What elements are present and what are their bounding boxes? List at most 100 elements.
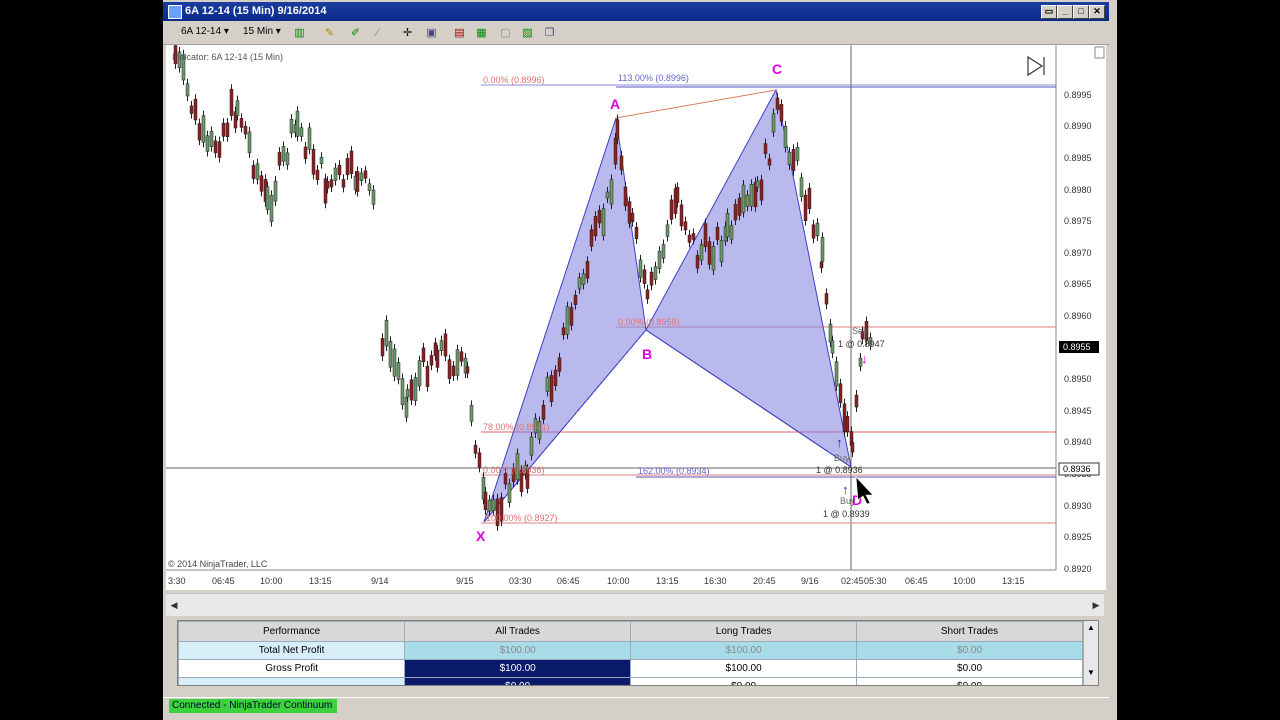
price-tick-label: 0.8980 — [1064, 185, 1092, 195]
price-tick-label: 0.8940 — [1064, 437, 1092, 447]
buy-label: Buy — [840, 496, 856, 506]
time-tick-label: 9/15 — [456, 576, 474, 586]
sell-arrow-icon: ↓ — [861, 351, 868, 366]
time-tick-label: 06:45 — [557, 576, 580, 586]
app-icon — [168, 5, 182, 19]
header-short-trades[interactable]: Short Trades — [856, 621, 1083, 642]
time-tick-label: 10:00 — [607, 576, 630, 586]
price-tick-label: 0.8960 — [1064, 311, 1092, 321]
fib-label: 0.00% (0.8958) — [618, 317, 680, 327]
scroll-down-icon[interactable]: ▼ — [1084, 668, 1098, 677]
price-tick-label: 0.8990 — [1064, 121, 1092, 131]
strategies-icon[interactable]: ▦ — [473, 25, 490, 41]
table-header-row: Performance All Trades Long Trades Short… — [178, 621, 1083, 642]
copyright-label: © 2014 NinjaTrader, LLC — [168, 559, 268, 569]
cell-all-selected: $100.00 — [404, 659, 632, 678]
time-tick-label: 10:00 — [953, 576, 976, 586]
pencil-icon[interactable]: ✐ — [347, 25, 364, 41]
scroll-right-icon[interactable]: ▶ — [1089, 597, 1103, 613]
time-tick-label: 13:15 — [1002, 576, 1025, 586]
price-tick-label: 0.8970 — [1064, 248, 1092, 258]
header-long-trades[interactable]: Long Trades — [630, 621, 858, 642]
instrument-label: 6A 12-14 — [181, 26, 222, 37]
time-tick-label: 9/16 — [801, 576, 819, 586]
cell-long: $100.00 — [630, 641, 858, 660]
exit-short-label: 1 @ 0.8936 — [816, 465, 863, 475]
indicator-label: Indicator: 6A 12-14 (15 Min) — [172, 52, 283, 62]
status-bar: Connected - NinjaTrader Continuum — [163, 697, 1109, 715]
instrument-selector[interactable]: 6A 12-14 ▾ — [181, 26, 229, 37]
cell-all: $100.00 — [404, 641, 632, 660]
buy-arrow-icon: ↑ — [842, 482, 849, 497]
drawing-tool-icon[interactable]: ✎ — [321, 25, 338, 41]
time-tick-label: 3:30 — [168, 576, 186, 586]
pattern-label-a: A — [610, 96, 620, 112]
time-tick-label: 9/14 — [371, 576, 389, 586]
buy-label: Buy — [834, 453, 850, 463]
horizontal-scrollbar[interactable]: ◀ ▶ — [166, 593, 1104, 616]
properties-icon[interactable]: ▧ — [519, 25, 536, 41]
price-axis: 0.8995 0.8990 0.8985 0.8980 0.8975 0.8970 0.89… — [1064, 90, 1092, 574]
scroll-left-icon[interactable]: ◀ — [167, 597, 181, 613]
price-tick-label: 0.8930 — [1064, 501, 1092, 511]
table-row[interactable]: Gross Profit $100.00 $100.00 $0.00 — [178, 659, 1083, 678]
fib-label: 0.00% (0.8996) — [483, 75, 545, 85]
time-tick-label: 13:15 — [309, 576, 332, 586]
table-row[interactable]: Total Net Profit $100.00 $100.00 $0.00 — [178, 641, 1083, 660]
pattern-label-b: B — [642, 346, 652, 362]
indicators-icon[interactable]: ▤ — [451, 25, 468, 41]
time-tick-label: 20:45 — [753, 576, 776, 586]
vertical-scrollbar[interactable]: ▲ ▼ — [1083, 621, 1098, 685]
line-tool-icon[interactable]: ⁄ — [369, 25, 386, 41]
cell-short: $0.00 — [856, 677, 1083, 685]
price-tick-label: 0.8995 — [1064, 90, 1092, 100]
time-tick-label: 03:30 — [509, 576, 532, 586]
time-tick-label: 02:45 — [841, 576, 864, 586]
price-tick-label: 0.8950 — [1064, 374, 1092, 384]
scroll-to-end-icon — [1027, 55, 1044, 77]
crosshair-icon[interactable]: ✛ — [399, 25, 416, 41]
sell-label: Sell — [852, 326, 867, 336]
restore-icon[interactable]: ▭ — [1041, 5, 1057, 19]
time-tick-label: 06:45 — [905, 576, 928, 586]
cell-long: $100.00 — [630, 659, 858, 678]
price-tick-label: 0.8985 — [1064, 153, 1092, 163]
fib-label: 113.00% (0.8996) — [618, 73, 689, 83]
interval-selector[interactable]: 15 Min ▾ — [243, 26, 281, 37]
pattern-label-c: C — [772, 61, 782, 77]
time-tick-label: 13:15 — [656, 576, 679, 586]
bar-type-icon[interactable]: ▥ — [291, 25, 308, 41]
time-tick-label: 05:30 — [864, 576, 887, 586]
time-tick-label: 16:30 — [704, 576, 727, 586]
panel-toggle-icon — [1094, 46, 1105, 59]
copy-icon[interactable]: ❐ — [541, 25, 558, 41]
chart-window: 6A 12-14 (15 Min) 9/16/2014 ▭ _ □ ✕ 6A 1… — [163, 0, 1117, 720]
price-tick-label: 0.8945 — [1064, 406, 1092, 416]
price-tick-label: 0.8920 — [1064, 564, 1092, 574]
price-tick-label: 0.8925 — [1064, 532, 1092, 542]
buy-fill-label: 1 @ 0.8939 — [823, 509, 870, 519]
header-performance[interactable]: Performance — [178, 621, 406, 642]
pattern-bcd — [645, 88, 852, 469]
table-row[interactable]: $0.00 $0.00 $0.00 — [178, 677, 1083, 685]
data-box-icon[interactable]: ▢ — [497, 25, 514, 41]
fib-label: 162.00% (0.8934) — [638, 466, 710, 476]
cell-short: $0.00 — [856, 659, 1083, 678]
title-bar[interactable]: 6A 12-14 (15 Min) 9/16/2014 ▭ _ □ ✕ — [163, 2, 1109, 21]
fib-label: 0.00% (0.8936) — [483, 465, 545, 475]
minimize-button[interactable]: _ — [1057, 5, 1073, 19]
row-label — [178, 677, 406, 685]
price-tick-label: 0.8965 — [1064, 279, 1092, 289]
price-tick-label: 0.8975 — [1064, 216, 1092, 226]
pattern-label-x: X — [476, 528, 486, 544]
zoom-icon[interactable]: ▣ — [423, 25, 440, 41]
crosshair-price-value: 0.8936 — [1063, 464, 1091, 474]
current-price-value: 0.8955 — [1063, 342, 1091, 352]
header-all-trades[interactable]: All Trades — [404, 621, 632, 642]
sell-fill-label: 1 @ 0.8947 — [838, 339, 885, 349]
close-button[interactable]: ✕ — [1089, 5, 1105, 19]
maximize-button[interactable]: □ — [1073, 5, 1089, 19]
scroll-up-icon[interactable]: ▲ — [1084, 623, 1098, 632]
price-chart[interactable]: 0.8995 0.8990 0.8985 0.8980 0.8975 0.8970 0.89… — [166, 40, 1106, 590]
chart-canvas: 0.8995 0.8990 0.8985 0.8980 0.8975 0.8970 0.89… — [166, 40, 1105, 586]
